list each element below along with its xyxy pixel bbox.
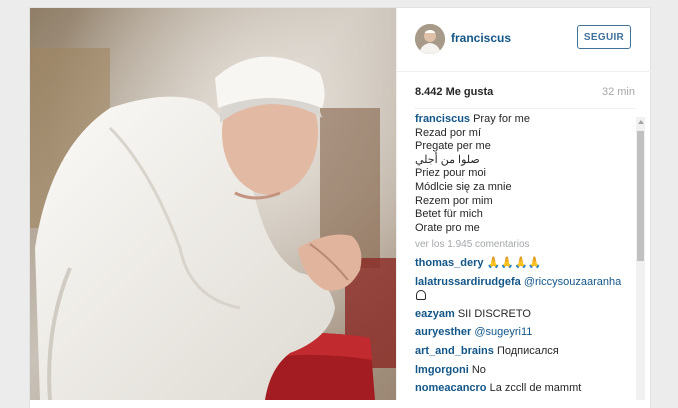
comment-mention[interactable]: @sugeyri11 bbox=[474, 326, 532, 338]
comment-username[interactable]: eazyam bbox=[415, 308, 455, 320]
comment-item: lalatrussardirudgefa @riccysouzaaranha bbox=[415, 276, 635, 303]
post-header: franciscus SEGUIR bbox=[397, 8, 651, 72]
likes-row: 8.442 Me gusta 32 min bbox=[415, 84, 635, 109]
comment-username[interactable]: lalatrussardirudgefa bbox=[415, 276, 521, 288]
caption-line: Betet für mich bbox=[415, 208, 483, 221]
pope-praying-photo bbox=[30, 8, 396, 400]
comment-username[interactable]: lmgorgoni bbox=[415, 364, 469, 376]
caption-line: franciscus Pray for me bbox=[415, 113, 530, 125]
post-sidebar: franciscus SEGUIR 8.442 Me gusta 32 min … bbox=[396, 8, 651, 403]
comment-mention[interactable]: @riccysouzaaranha bbox=[524, 276, 621, 288]
caption-line: Pregate per me bbox=[415, 140, 491, 153]
caption-line: Priez pour moi bbox=[415, 167, 486, 180]
caption: franciscus Pray for me Rezad por mí Preg… bbox=[415, 113, 635, 235]
comments-list: franciscus Pray for me Rezad por mí Preg… bbox=[415, 113, 635, 403]
likes-count[interactable]: 8.442 Me gusta bbox=[415, 86, 493, 98]
caption-line: Orate pro me bbox=[415, 221, 480, 234]
caption-line: Rezad por mí bbox=[415, 126, 482, 139]
comment-username[interactable]: nomeacancro bbox=[415, 382, 487, 394]
comment-username[interactable]: art_and_brains bbox=[415, 345, 494, 357]
comment-username[interactable]: auryesther bbox=[415, 326, 471, 338]
comment-item: nomeacancro La zccll de mammt bbox=[415, 382, 635, 396]
caption-username[interactable]: franciscus bbox=[415, 113, 470, 125]
view-all-comments-link[interactable]: ver los 1.945 comentarios bbox=[415, 238, 635, 252]
scrollbar-thumb[interactable] bbox=[637, 131, 644, 261]
comment-text: La zccll de mammt bbox=[489, 382, 582, 395]
comment-item: auryesther @sugeyri11 bbox=[415, 326, 635, 340]
comments-scrollbar[interactable] bbox=[636, 117, 645, 400]
comment-text: Подписался bbox=[496, 344, 559, 357]
comment-item: lmgorgoni No bbox=[415, 364, 635, 378]
comment-item: thomas_dery 🙏🙏🙏🙏 bbox=[415, 257, 635, 271]
avatar[interactable] bbox=[415, 24, 445, 54]
caption-line: Módlcie się za mnie bbox=[415, 180, 512, 193]
comment-item: art_and_brains Подписался bbox=[415, 345, 635, 359]
caption-line: صلوا من أجلي bbox=[415, 153, 480, 166]
post-username[interactable]: franciscus bbox=[451, 31, 511, 45]
comment-text: SII DISCRETO bbox=[457, 307, 531, 320]
ghost-icon bbox=[416, 290, 426, 301]
post-time[interactable]: 32 min bbox=[602, 86, 635, 98]
scroll-up-arrow-icon[interactable] bbox=[638, 120, 644, 124]
praying-hands-icon: 🙏🙏🙏🙏 bbox=[486, 256, 542, 269]
comment-text: No bbox=[471, 363, 486, 376]
caption-line: Rezem por mim bbox=[415, 194, 493, 207]
instagram-post-card: franciscus SEGUIR 8.442 Me gusta 32 min … bbox=[30, 8, 651, 408]
follow-button[interactable]: SEGUIR bbox=[577, 25, 631, 49]
post-photo[interactable] bbox=[30, 8, 396, 400]
comment-username[interactable]: thomas_dery bbox=[415, 257, 483, 269]
comment-item: eazyam SII DISCRETO bbox=[415, 308, 635, 322]
